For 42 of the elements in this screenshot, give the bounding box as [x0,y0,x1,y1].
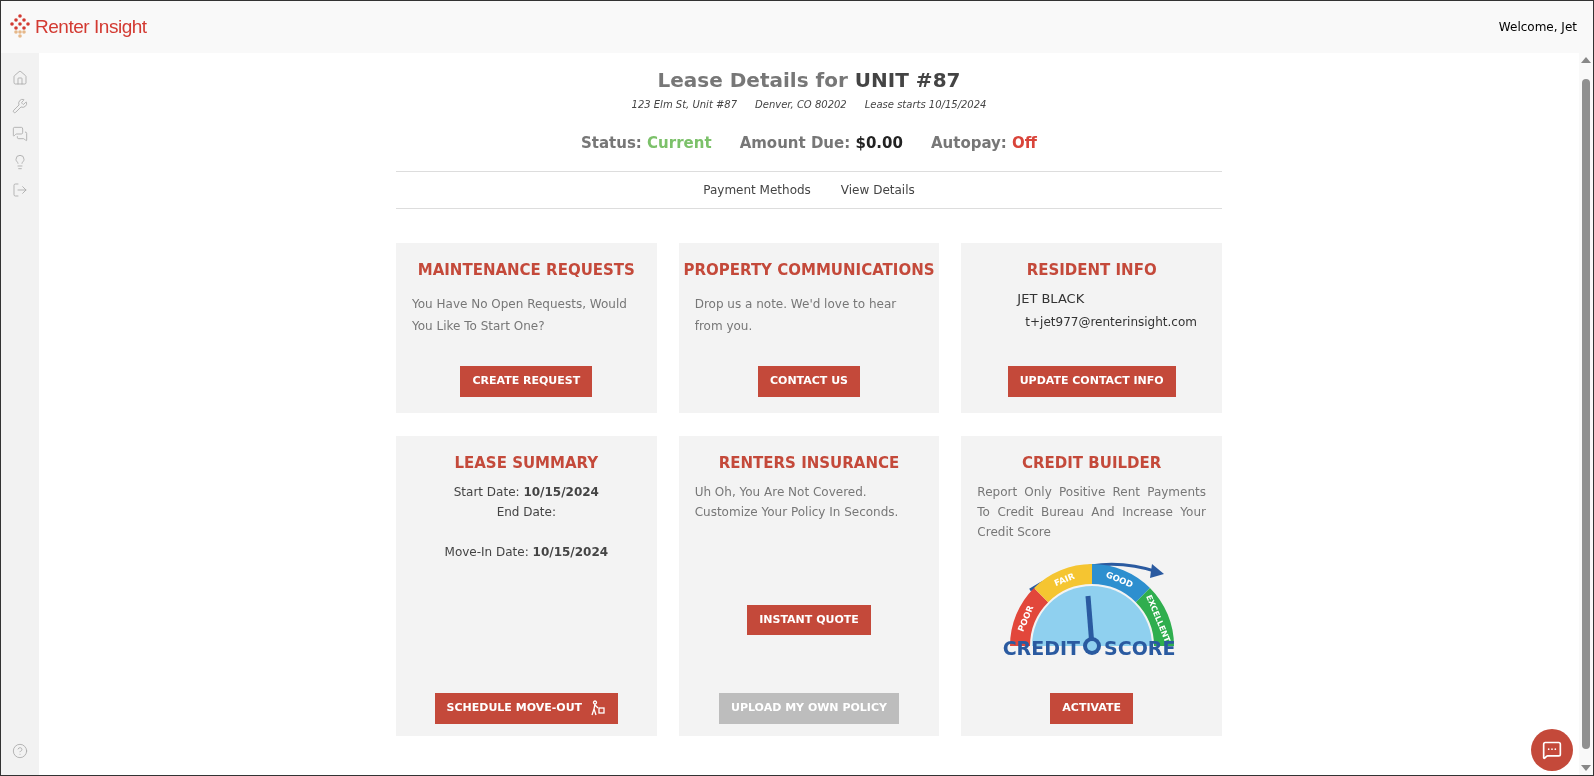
address-text: 123 Elm St, Unit #87 [631,98,738,112]
help-icon[interactable] [12,743,28,759]
page-title: Lease Details for UNIT #87 [657,67,961,94]
lease-start-text: Lease starts 10/15/2024 [864,98,987,112]
nav-link[interactable]: View Details [840,180,915,199]
card-text: Drop us a note. We'd love to hear from you. [693,296,898,335]
card-button[interactable]: CREATE REQUEST [460,366,593,397]
status-item: Amount Due: $0.00 [739,133,903,154]
chat-icon[interactable] [12,126,28,142]
summary-row-text: Start Date: 10/15/2024 [453,484,599,501]
card-text: Report Only Positive Rent Payments To Credit Bureau And Increase Your Credit Score [976,484,1207,541]
card-title: PROPERTY COMMUNICATIONS [682,259,936,281]
card-button[interactable]: ACTIVATE [1050,693,1133,724]
summary-row-text: Move-In Date: 10/15/2024 [444,544,609,561]
card-button[interactable]: SCHEDULE MOVE-OUT [434,693,619,724]
logout-icon[interactable] [12,182,28,198]
card-text: You Have No Open Requests, Would You Like To Start One? [411,296,628,335]
card-text: Uh Oh, You Are Not Covered. Customize Your Policy In Seconds. [693,484,900,521]
status-item: Status: Current [581,133,712,154]
resident-email: t+jet977@renterinsight.com [1025,313,1197,331]
home-icon[interactable] [12,70,28,86]
moving-person-icon [590,700,607,717]
welcome-text: Welcome, Jet [1498,19,1577,36]
card-title: MAINTENANCE REQUESTS [416,259,636,281]
logo-icon [9,14,31,40]
nav-link[interactable]: Payment Methods [703,180,811,199]
card-button[interactable]: UPDATE CONTACT INFO [1007,366,1176,397]
status-item: Autopay: Off [930,133,1037,154]
brand-name: Renter Insight [35,14,147,39]
card-button[interactable]: CONTACT US [757,366,860,397]
card-title: RESIDENT INFO [1025,259,1158,281]
card-title: RENTERS INSURANCE [717,452,901,474]
card-button[interactable]: INSTANT QUOTE [747,604,871,635]
resident-name: JET BLACK [1017,290,1086,308]
lightbulb-icon[interactable] [12,154,28,170]
card-title: CREDIT BUILDER [1021,452,1163,474]
chat-button[interactable] [1531,729,1573,771]
card-title: LEASE SUMMARY [453,452,600,474]
tools-icon[interactable] [12,98,28,114]
summary-row-text: End Date: [496,504,556,521]
city-text: Denver, CO 80202 [755,98,847,112]
chat-icon [1542,740,1562,760]
